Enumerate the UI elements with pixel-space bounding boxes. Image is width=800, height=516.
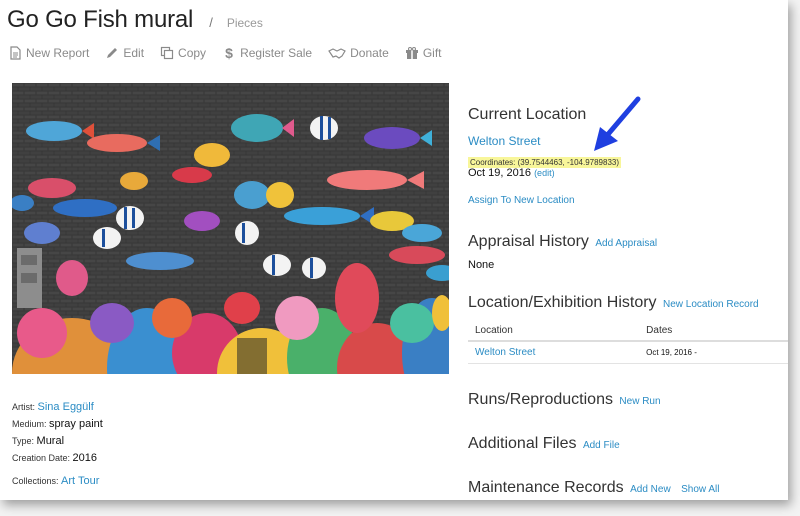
assign-new-location-link[interactable]: Assign To New Location [468,195,575,206]
type-label: Type: [12,436,35,446]
artist-link[interactable]: Sina Eggülf [38,401,94,413]
title-row: Go Go Fish mural / Pieces [7,6,263,34]
location-date-row: Oct 19, 2016 (edit) [468,167,555,179]
location-date: Oct 19, 2016 [468,167,531,179]
add-new-maintenance-link[interactable]: Add New [630,484,671,495]
creation-date-value: 2016 [72,452,98,464]
creation-date-label: Creation Date: [12,453,71,463]
new-report-button[interactable]: New Report [8,46,89,60]
edit-button[interactable]: Edit [105,46,144,60]
table-row: Welton Street Oct 19, 2016 - [468,341,788,364]
current-location-title: Current Location [468,106,586,124]
collections-link[interactable]: Art Tour [61,475,99,487]
exhibition-history-heading: Location/Exhibition History [468,294,657,311]
exhibition-history-table: Location Dates Welton Street Oct 19, 201… [468,320,788,364]
add-file-link[interactable]: Add File [583,440,620,451]
maintenance-title: Maintenance Records Add New Show All [468,479,719,497]
new-location-record-link[interactable]: New Location Record [663,299,759,310]
breadcrumb-pieces[interactable]: Pieces [227,16,263,30]
copy-icon [160,46,174,60]
appraisal-value: None [468,259,495,271]
artist-row: Artist: Sina Eggülf [12,401,94,413]
gift-button[interactable]: Gift [405,46,442,60]
medium-row: Medium: spray paint [12,418,103,430]
handshake-icon [328,46,346,60]
location-column-header: Location [468,320,640,342]
breadcrumb-separator: / [209,15,213,30]
new-report-label: New Report [26,46,90,60]
annotation-arrow-icon [594,96,641,151]
pencil-icon [105,46,119,60]
appraisal-history-heading: Appraisal History [468,233,589,250]
exhibition-location-link[interactable]: Welton Street [475,347,535,358]
toolbar: New Report Edit Copy $ Register Sale Don… [8,46,457,60]
collections-label: Collections: [12,476,59,486]
type-value: Mural [36,435,65,447]
donate-button[interactable]: Donate [328,46,389,60]
type-row: Type: Mural [12,435,64,447]
artist-label: Artist: [12,402,36,412]
gift-icon [405,46,419,60]
runs-heading: Runs/Reproductions [468,391,613,408]
gift-label: Gift [422,46,442,60]
register-sale-button[interactable]: $ Register Sale [222,46,312,60]
current-location-heading: Current Location [468,106,587,123]
table-cell-dates: Oct 19, 2016 - [639,341,788,364]
edit-location-date-link[interactable]: (edit) [534,168,555,178]
maintenance-heading: Maintenance Records [468,479,624,496]
table-header-row: Location Dates [468,320,788,342]
additional-files-title: Additional Files Add File [468,435,620,453]
additional-files-heading: Additional Files [468,435,577,452]
page-title: Go Go Fish mural [7,6,194,33]
current-location-link[interactable]: Welton Street [468,134,540,148]
medium-value: spray paint [49,418,103,430]
medium-label: Medium: [12,419,47,429]
dates-column-header: Dates [639,320,788,342]
edit-label: Edit [123,46,145,60]
runs-title: Runs/Reproductions New Run [468,391,661,409]
artwork-photo [12,83,449,374]
copy-label: Copy [178,46,207,60]
copy-button[interactable]: Copy [160,46,206,60]
app-window: Go Go Fish mural / Pieces New Report Edi… [0,0,788,500]
collections-row: Collections: Art Tour [12,475,99,487]
document-icon [8,46,22,60]
new-run-link[interactable]: New Run [619,396,660,407]
add-appraisal-link[interactable]: Add Appraisal [595,238,657,249]
register-sale-label: Register Sale [240,46,313,60]
show-all-maintenance-link[interactable]: Show All [681,484,719,495]
donate-label: Donate [350,46,389,60]
appraisal-history-title: Appraisal History Add Appraisal [468,233,657,251]
table-cell-location: Welton Street [468,341,640,364]
exhibition-history-title: Location/Exhibition History New Location… [468,294,759,312]
creation-date-row: Creation Date: 2016 [12,452,97,464]
dollar-icon: $ [225,45,233,61]
